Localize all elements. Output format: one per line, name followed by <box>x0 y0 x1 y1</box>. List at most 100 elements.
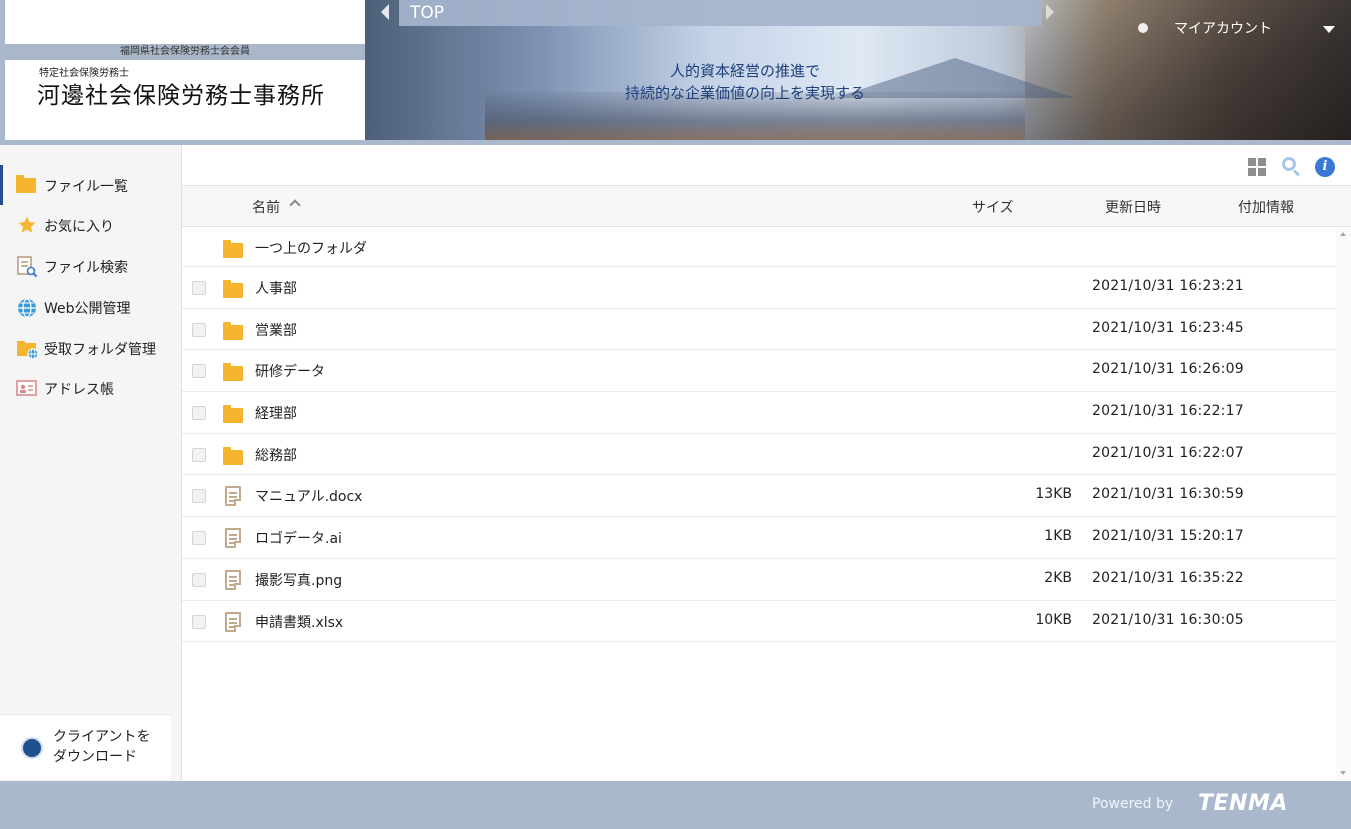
my-account-menu[interactable]: マイアカウント <box>1138 14 1351 42</box>
folder-icon <box>223 240 243 258</box>
document-icon <box>225 486 241 507</box>
file-size: 1KB <box>1044 528 1072 545</box>
table-row[interactable]: 営業部 2021/10/31 16:23:45 <box>182 309 1336 351</box>
file-date: 2021/10/31 16:23:45 <box>1092 319 1244 336</box>
sort-ascending-icon[interactable] <box>289 199 301 211</box>
sidebar-item-label: 受取フォルダ管理 <box>44 342 156 358</box>
parent-folder-row[interactable]: 一つ上のフォルダ <box>182 227 1336 267</box>
file-name: 撮影写真.png <box>255 572 343 589</box>
sidebar-item-receive-folder[interactable]: 受取フォルダ管理 <box>0 328 181 368</box>
search-icon[interactable] <box>1282 157 1302 177</box>
client-globe-icon <box>21 737 43 759</box>
file-name: 経理部 <box>255 406 297 423</box>
file-date: 2021/10/31 16:22:07 <box>1092 444 1244 461</box>
client-download-label: クライアントを ダウンロード <box>53 727 150 767</box>
sidebar-item-address-book[interactable]: アドレス帳 <box>0 368 181 408</box>
file-size: 2KB <box>1044 569 1072 586</box>
chevron-down-icon <box>1323 26 1335 33</box>
my-account-label: マイアカウント <box>1174 21 1272 37</box>
column-header-size[interactable]: サイズ <box>972 197 1014 217</box>
address-book-icon <box>16 378 38 398</box>
table-row[interactable]: ロゴデータ.ai 1KB 2021/10/31 15:20:17 <box>182 517 1336 559</box>
sidebar: ファイル一覧 お気に入り ファイル検索 Web公開管理 受取フォルダ管理 アドレ… <box>0 145 182 781</box>
table-row[interactable]: 撮影写真.png 2KB 2021/10/31 16:35:22 <box>182 559 1336 601</box>
sidebar-item-label: Web公開管理 <box>44 301 131 317</box>
sidebar-item-label: ファイル一覧 <box>44 179 128 195</box>
sidebar-item-favorites[interactable]: お気に入り <box>0 205 181 245</box>
file-name: 人事部 <box>255 281 297 297</box>
file-name: 申請書類.xlsx <box>255 614 344 631</box>
table-row[interactable]: 人事部 2021/10/31 16:23:21 <box>182 267 1336 309</box>
row-checkbox[interactable] <box>192 322 206 337</box>
row-checkbox[interactable] <box>192 572 206 587</box>
row-checkbox[interactable] <box>192 364 206 379</box>
file-name: 研修データ <box>255 364 325 381</box>
view-toolbar: i <box>1248 156 1338 178</box>
folder-icon <box>223 321 243 340</box>
grid-view-icon[interactable] <box>1248 158 1266 176</box>
file-date: 2021/10/31 16:22:17 <box>1092 403 1244 420</box>
folder-icon <box>223 446 243 465</box>
folder-icon <box>223 363 243 382</box>
breadcrumb[interactable]: TOP <box>399 0 1042 26</box>
footer: Powered by TENMA <box>0 781 1351 829</box>
file-name: 一つ上のフォルダ <box>255 241 367 257</box>
sidebar-item-label: ファイル検索 <box>44 260 128 276</box>
forward-arrow-icon[interactable] <box>1046 4 1054 20</box>
file-date: 2021/10/31 16:35:22 <box>1092 569 1244 586</box>
sidebar-item-file-search[interactable]: ファイル検索 <box>0 246 181 286</box>
file-name: 営業部 <box>255 322 297 339</box>
file-name: マニュアル.docx <box>255 489 363 506</box>
column-header-date[interactable]: 更新日時 <box>1105 197 1161 217</box>
row-checkbox[interactable] <box>192 406 206 421</box>
info-icon[interactable]: i <box>1315 157 1335 177</box>
file-table-header: 名前 サイズ 更新日時 付加情報 <box>182 185 1351 227</box>
table-row[interactable]: 申請書類.xlsx 10KB 2021/10/31 16:30:05 <box>182 601 1336 643</box>
document-icon <box>225 528 241 549</box>
sidebar-item-web-publish[interactable]: Web公開管理 <box>0 287 181 327</box>
logo-office-name: 河邊社会保険労務士事務所 <box>37 83 325 109</box>
client-download-button[interactable]: クライアントを ダウンロード <box>0 714 171 780</box>
file-date: 2021/10/31 15:20:17 <box>1092 528 1244 545</box>
row-checkbox[interactable] <box>192 447 206 462</box>
column-header-name[interactable]: 名前 <box>252 197 280 217</box>
sidebar-item-label: お気に入り <box>44 219 114 235</box>
header: 福岡県社会保険労務士会会員 特定社会保険労務士 河邊社会保険労務士事務所 人的資… <box>0 0 1351 145</box>
column-header-extra[interactable]: 付加情報 <box>1238 197 1294 217</box>
tenma-logo[interactable]: TENMA <box>1198 791 1288 816</box>
table-row[interactable]: 経理部 2021/10/31 16:22:17 <box>182 392 1336 434</box>
table-row[interactable]: マニュアル.docx 13KB 2021/10/31 16:30:59 <box>182 475 1336 518</box>
row-checkbox[interactable] <box>192 281 206 295</box>
user-icon <box>1138 23 1148 33</box>
star-icon <box>16 215 38 235</box>
file-name: ロゴデータ.ai <box>255 531 342 548</box>
table-row[interactable]: 総務部 2021/10/31 16:22:07 <box>182 434 1336 476</box>
file-name: 総務部 <box>255 447 297 464</box>
banner-slogan-line1: 人的資本経営の推進で <box>669 62 820 80</box>
globe-icon <box>16 297 38 318</box>
row-checkbox[interactable] <box>192 614 206 629</box>
document-icon <box>225 611 241 632</box>
office-logo[interactable]: 福岡県社会保険労務士会会員 特定社会保険労務士 河邊社会保険労務士事務所 <box>5 0 365 140</box>
file-size: 13KB <box>1035 486 1072 503</box>
file-date: 2021/10/31 16:30:59 <box>1092 486 1244 503</box>
table-row[interactable]: 研修データ 2021/10/31 16:26:09 <box>182 350 1336 393</box>
back-arrow-icon[interactable] <box>381 4 389 20</box>
file-date: 2021/10/31 16:30:05 <box>1092 611 1244 628</box>
sidebar-item-file-list[interactable]: ファイル一覧 <box>0 165 181 205</box>
logo-band-text: 福岡県社会保険労務士会会員 <box>5 44 365 60</box>
receive-folder-icon <box>16 338 39 360</box>
row-checkbox[interactable] <box>192 489 206 504</box>
document-icon <box>225 569 241 590</box>
folder-icon <box>223 405 243 424</box>
file-search-icon <box>16 256 38 278</box>
scroll-up-icon[interactable] <box>1340 232 1346 236</box>
file-date: 2021/10/31 16:26:09 <box>1092 361 1244 378</box>
row-checkbox[interactable] <box>192 531 206 546</box>
sidebar-item-label: アドレス帳 <box>44 382 114 398</box>
file-list: 一つ上のフォルダ 人事部 2021/10/31 16:23:21 営業部 202… <box>182 227 1336 643</box>
scroll-down-icon[interactable] <box>1340 771 1346 775</box>
vertical-scrollbar[interactable] <box>1336 227 1351 781</box>
banner-slogan: 人的資本経営の推進で 持続的な企業価値の向上を実現する <box>595 60 895 104</box>
file-date: 2021/10/31 16:23:21 <box>1092 278 1244 294</box>
